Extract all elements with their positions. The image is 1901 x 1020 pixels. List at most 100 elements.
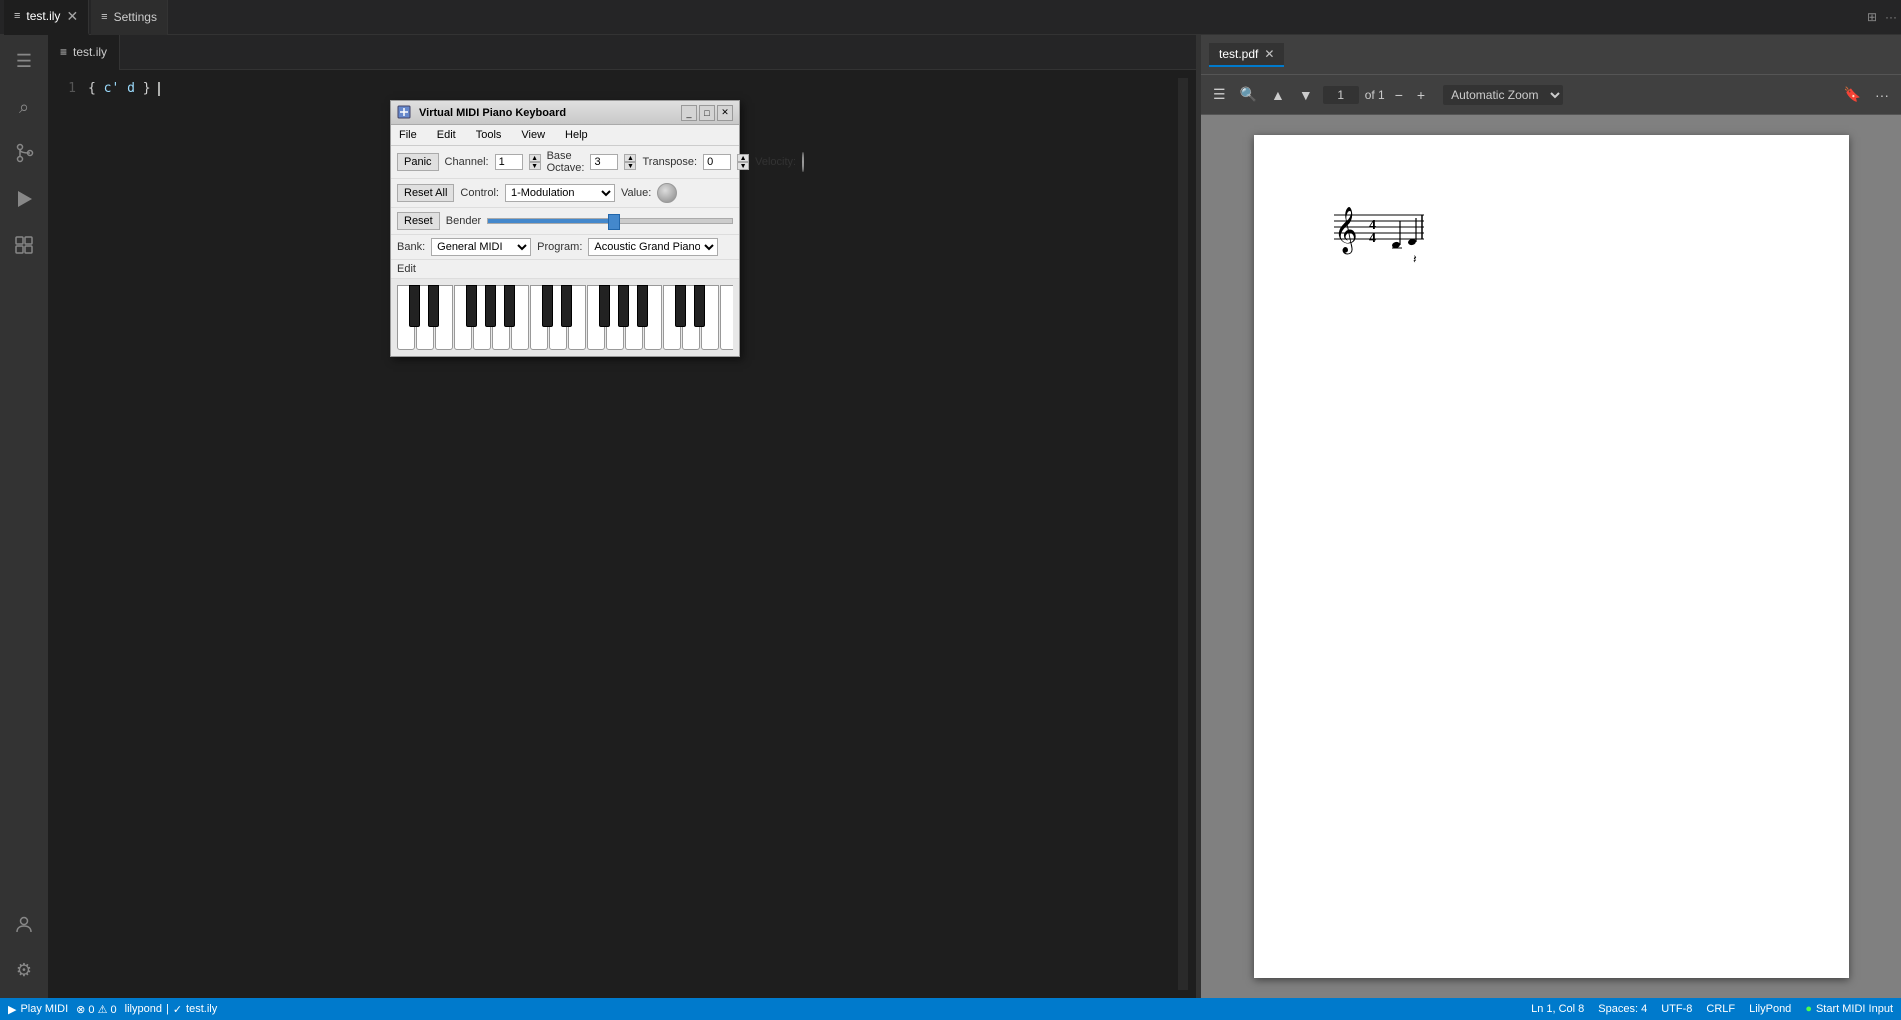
code-brace-close: }: [143, 81, 151, 96]
status-midi-input[interactable]: ● Start MIDI Input: [1805, 1003, 1893, 1015]
pdf-zoom-out[interactable]: −: [1391, 83, 1407, 107]
pdf-next-page[interactable]: ▼: [1295, 83, 1317, 107]
midi-transpose-label: Transpose:: [642, 156, 697, 168]
midi-title-bar[interactable]: Virtual MIDI Piano Keyboard _ □ ✕: [391, 101, 739, 125]
black-key-5[interactable]: [504, 285, 515, 327]
status-errors[interactable]: ⊗ 0 ⚠ 0: [76, 1003, 116, 1016]
midi-menu-view[interactable]: View: [517, 127, 549, 143]
midi-minimize-button[interactable]: _: [681, 105, 697, 121]
tab-test-ily[interactable]: ≡ test.ily ✕: [4, 0, 89, 35]
midi-transpose-down[interactable]: ▼: [737, 162, 749, 170]
status-encoding[interactable]: UTF-8: [1661, 1003, 1692, 1015]
layout-icon[interactable]: ⊞: [1867, 10, 1877, 24]
pdf-viewer: test.pdf ✕ ☰ 🔍 ▲ ▼ of 1 − + Automatic Zo…: [1201, 35, 1901, 998]
midi-panic-button[interactable]: Panic: [397, 153, 439, 171]
status-spaces[interactable]: Spaces: 4: [1598, 1003, 1647, 1015]
midi-close-button[interactable]: ✕: [717, 105, 733, 121]
midi-window-title: Virtual MIDI Piano Keyboard: [419, 107, 679, 119]
black-key-6[interactable]: [542, 285, 553, 327]
midi-bank-select[interactable]: General MIDI: [431, 238, 531, 256]
midi-title-icon: [397, 105, 413, 121]
midi-value-knob[interactable]: [657, 183, 677, 203]
black-key-2[interactable]: [428, 285, 439, 327]
sidebar-icon-menu[interactable]: ☰: [6, 43, 42, 79]
midi-reset-all-button[interactable]: Reset All: [397, 184, 454, 202]
pdf-search-button[interactable]: 🔍: [1236, 82, 1261, 107]
black-key-9[interactable]: [618, 285, 629, 327]
black-key-11[interactable]: [675, 285, 686, 327]
midi-edit-label: Edit: [397, 263, 416, 275]
pdf-tab[interactable]: test.pdf ✕: [1209, 43, 1284, 67]
midi-control-row: Reset All Control: 1-Modulation Value:: [391, 179, 739, 208]
tab-label-settings: Settings: [114, 10, 157, 24]
svg-text:4: 4: [1369, 231, 1376, 246]
black-key-7[interactable]: [561, 285, 572, 327]
pdf-page: 𝄞 4 4 𝄽: [1254, 135, 1849, 978]
tab-group-left: ≡ test.ily ✕ ≡ Settings: [4, 0, 168, 35]
midi-menu-edit[interactable]: Edit: [433, 127, 460, 143]
midi-base-octave-input[interactable]: [590, 154, 618, 170]
tab-icon: ≡: [14, 10, 20, 22]
white-key-18[interactable]: [720, 285, 733, 350]
midi-bender-thumb[interactable]: [608, 214, 620, 230]
pdf-tab-close[interactable]: ✕: [1264, 47, 1274, 61]
midi-bender-row: Reset Bender: [391, 208, 739, 235]
pdf-zoom-select[interactable]: Automatic Zoom 50% 75% 100% 125% 150%: [1443, 85, 1563, 105]
pdf-of-label: of 1: [1365, 88, 1385, 102]
midi-transpose-up[interactable]: ▲: [737, 154, 749, 162]
black-key-3[interactable]: [466, 285, 477, 327]
midi-octave-down[interactable]: ▼: [624, 162, 636, 170]
editor-tab-label: test.ily: [73, 45, 107, 59]
pdf-content[interactable]: 𝄞 4 4 𝄽: [1201, 115, 1901, 998]
midi-program-select[interactable]: Acoustic Grand Piano: [588, 238, 718, 256]
editor-tab-test-ily[interactable]: ≡ test.ily: [48, 35, 120, 70]
midi-base-octave-label: Base Octave:: [547, 150, 585, 174]
sidebar-icon-run[interactable]: [6, 181, 42, 217]
status-line-ending[interactable]: CRLF: [1706, 1003, 1735, 1015]
midi-channel-up[interactable]: ▲: [529, 154, 541, 162]
pdf-prev-page[interactable]: ▲: [1267, 83, 1289, 107]
midi-menu-help[interactable]: Help: [561, 127, 592, 143]
black-key-4[interactable]: [485, 285, 496, 327]
midi-bender-track: [487, 218, 733, 224]
sidebar-icon-search[interactable]: ⌕: [6, 89, 42, 125]
pdf-sidebar-toggle[interactable]: ☰: [1209, 82, 1230, 107]
code-note-c: c': [104, 81, 120, 96]
black-key-1[interactable]: [409, 285, 420, 327]
pdf-bookmark[interactable]: 🔖: [1840, 82, 1865, 107]
pdf-page-input[interactable]: [1323, 86, 1359, 104]
midi-transpose-spin: ▲ ▼: [737, 154, 749, 170]
code-note-d: d: [127, 81, 135, 96]
black-key-8[interactable]: [599, 285, 610, 327]
midi-maximize-button[interactable]: □: [699, 105, 715, 121]
tab-settings[interactable]: ≡ Settings: [91, 0, 168, 35]
black-key-10[interactable]: [637, 285, 648, 327]
midi-menu-tools[interactable]: Tools: [472, 127, 506, 143]
status-play-midi[interactable]: ▶ Play MIDI: [8, 1003, 68, 1016]
sidebar-icon-account[interactable]: [6, 906, 42, 942]
midi-channel-down[interactable]: ▼: [529, 162, 541, 170]
sidebar-icon-settings[interactable]: ⚙: [6, 952, 42, 988]
pdf-zoom-in[interactable]: +: [1413, 83, 1429, 107]
status-language[interactable]: LilyPond: [1749, 1003, 1791, 1015]
status-position[interactable]: Ln 1, Col 8: [1531, 1003, 1584, 1015]
midi-octave-up[interactable]: ▲: [624, 154, 636, 162]
more-icon[interactable]: ···: [1885, 10, 1897, 24]
midi-channel-input[interactable]: [495, 154, 523, 170]
midi-control-select[interactable]: 1-Modulation: [505, 184, 615, 202]
midi-menu-file[interactable]: File: [395, 127, 421, 143]
tab-close-test-ily[interactable]: ✕: [66, 8, 78, 25]
piano-container: [391, 279, 739, 356]
status-lilypond[interactable]: lilypond | ✓ test.ily: [125, 1003, 218, 1016]
midi-base-octave-spin: ▲ ▼: [624, 154, 636, 170]
sidebar-icon-extensions[interactable]: [6, 227, 42, 263]
piano-wrapper: [397, 285, 733, 350]
sidebar-icon-source-control[interactable]: [6, 135, 42, 171]
midi-reset-button[interactable]: Reset: [397, 212, 440, 230]
editor-scrollbar[interactable]: [1178, 78, 1188, 990]
tab-icon-settings: ≡: [101, 11, 107, 23]
black-key-12[interactable]: [694, 285, 705, 327]
pdf-more[interactable]: ···: [1871, 83, 1893, 107]
midi-transpose-input[interactable]: [703, 154, 731, 170]
midi-control-label: Control:: [460, 187, 499, 199]
